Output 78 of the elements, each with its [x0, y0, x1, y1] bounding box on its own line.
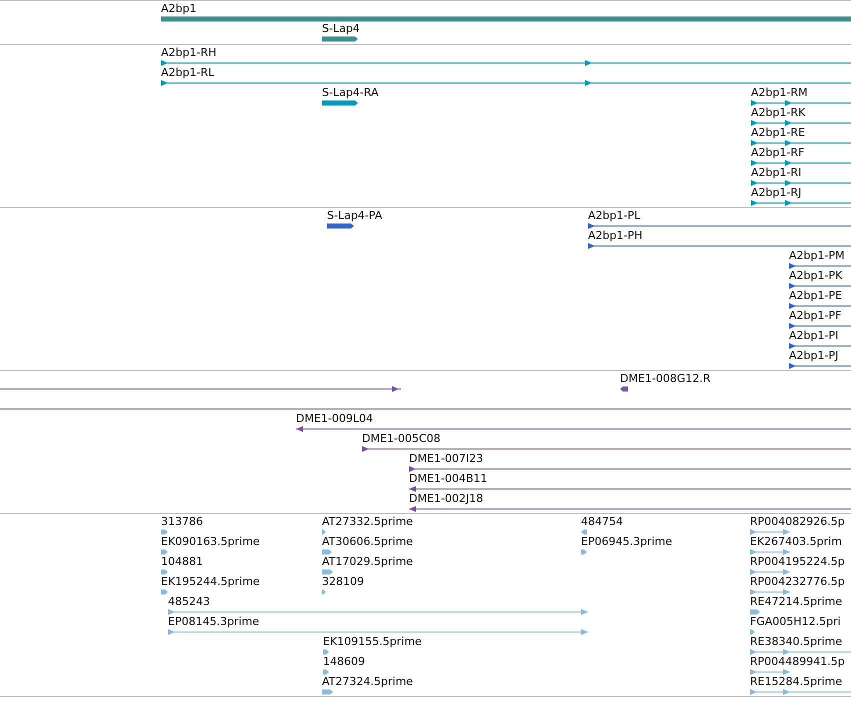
feature-label: RE38340.5prime: [750, 635, 842, 649]
feature-label: 328109: [322, 575, 364, 589]
feature-label: S-Lap4-RA: [322, 86, 378, 100]
feature-label: EK090163.5prime: [161, 535, 260, 549]
feature-line[interactable]: [0, 386, 401, 392]
feature-label: DME1-004B11: [409, 472, 488, 486]
feature-line[interactable]: [409, 486, 851, 492]
feature-label: RP004082926.5p: [750, 515, 845, 529]
feature-label: EK109155.5prime: [323, 635, 422, 649]
feature-label: DME1-008G12.R: [620, 372, 711, 386]
feature-line[interactable]: [0, 406, 851, 412]
feature-bar[interactable]: [327, 223, 354, 229]
feature-label: A2bp1-PH: [588, 229, 642, 243]
feature-line[interactable]: [751, 200, 851, 206]
feature-label: EK267403.5prim: [750, 535, 842, 549]
feature-line[interactable]: [789, 343, 851, 349]
feature-label: AT27332.5prime: [322, 515, 413, 529]
feature-label: DME1-005C08: [362, 432, 441, 446]
feature-label: A2bp1-PI: [789, 329, 838, 343]
feature-label: A2bp1-RI: [751, 166, 802, 180]
feature-label: RP004195224.5p: [750, 555, 845, 569]
feature-label: FGA005H12.5pri: [750, 615, 841, 629]
feature-label: A2bp1-PL: [588, 209, 640, 223]
feature-line[interactable]: [751, 120, 851, 126]
feature-label: A2bp1-RJ: [751, 186, 802, 200]
feature-line[interactable]: [789, 303, 851, 309]
feature-label: EP06945.3prime: [581, 535, 672, 549]
feature-label: A2bp1-PJ: [789, 349, 838, 363]
feature-line[interactable]: [161, 80, 851, 86]
feature-label: RE15284.5prime: [750, 675, 842, 689]
feature-line[interactable]: [409, 506, 851, 512]
feature-bar[interactable]: [322, 100, 358, 106]
feature-line[interactable]: [751, 100, 851, 106]
feature-label: A2bp1-RL: [161, 66, 214, 80]
feature-label: A2bp1-RM: [751, 86, 808, 100]
feature-line[interactable]: [751, 180, 851, 186]
feature-label: AT30606.5prime: [322, 535, 413, 549]
feature-line[interactable]: [296, 426, 851, 432]
feature-label: 148609: [323, 655, 365, 669]
feature-label: A2bp1-PM: [789, 249, 845, 263]
feature-label: A2bp1-RE: [751, 126, 806, 140]
feature-line[interactable]: [409, 466, 851, 472]
feature-label: A2bp1-RH: [161, 46, 216, 60]
feature-label: RP004232776.5p: [750, 575, 845, 589]
feature-label: S-Lap4: [322, 22, 360, 36]
feature-line[interactable]: [161, 60, 851, 66]
feature-label: A2bp1-PE: [789, 289, 842, 303]
feature-label: AT27324.5prime: [322, 675, 413, 689]
feature-line[interactable]: [588, 223, 851, 229]
feature-bar[interactable]: [161, 16, 851, 22]
feature-line[interactable]: [362, 446, 851, 452]
feature-label: 485243: [168, 595, 210, 609]
feature-label: RP004489941.5p: [750, 655, 845, 669]
feature-label: DME1-007I23: [409, 452, 484, 466]
feature-label: RE47214.5prime: [750, 595, 842, 609]
feature-line[interactable]: [751, 140, 851, 146]
feature-bar[interactable]: [620, 386, 628, 392]
feature-line[interactable]: [789, 323, 851, 329]
feature-line[interactable]: [789, 263, 851, 269]
feature-label: AT17029.5prime: [322, 555, 413, 569]
feature-bar[interactable]: [322, 36, 358, 42]
feature-label: EP08145.3prime: [168, 615, 260, 629]
feature-label: A2bp1-RK: [751, 106, 806, 120]
feature-line[interactable]: [588, 243, 851, 249]
feature-label: DME1-009L04: [296, 412, 373, 426]
feature-label: 104881: [161, 555, 203, 569]
feature-line[interactable]: [789, 283, 851, 289]
feature-line[interactable]: [751, 160, 851, 166]
feature-label: 484754: [581, 515, 623, 529]
feature-label: A2bp1: [161, 2, 196, 16]
feature-line[interactable]: [789, 363, 851, 369]
feature-label: A2bp1-PK: [789, 269, 842, 283]
feature-label: DME1-002J18: [409, 492, 484, 506]
feature-label: S-Lap4-PA: [327, 209, 382, 223]
feature-label: 313786: [161, 515, 203, 529]
feature-label: A2bp1-PF: [789, 309, 842, 323]
feature-label: EK195244.5prime: [161, 575, 260, 589]
feature-label: A2bp1-RF: [751, 146, 804, 160]
